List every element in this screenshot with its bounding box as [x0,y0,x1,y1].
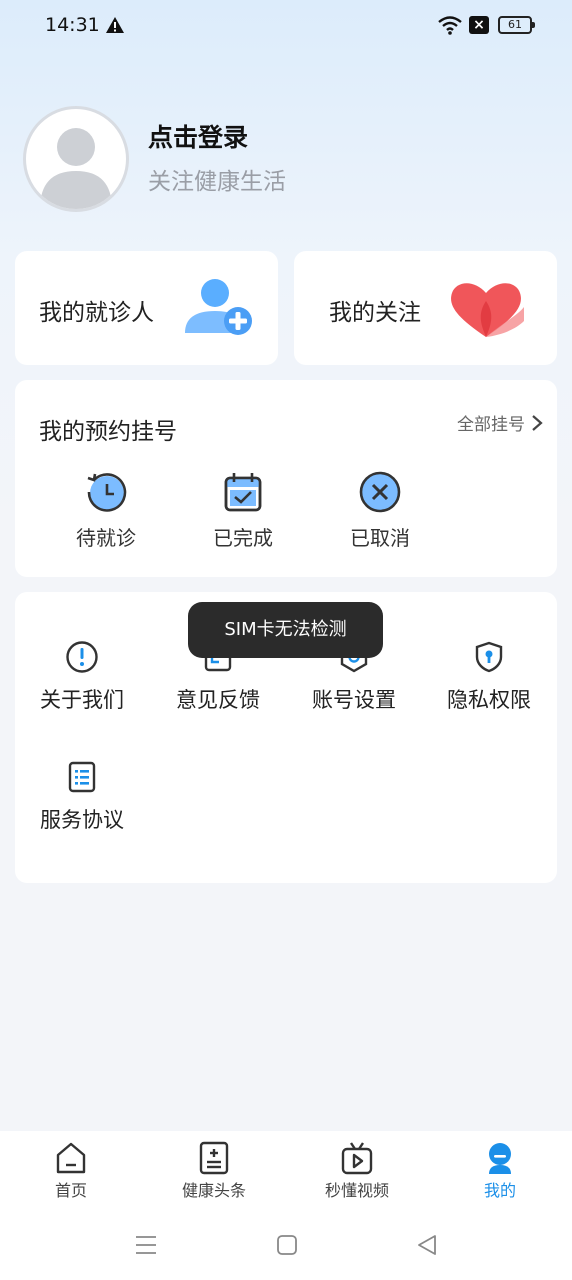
cancel-circle-icon [359,471,401,513]
info-circle-icon [66,641,98,673]
wifi-icon [438,16,462,35]
avatar[interactable] [23,106,129,212]
user-icon [489,1143,511,1174]
status-bar: 14:31 × 61 [0,0,572,52]
home-icon [56,1142,86,1174]
system-nav-bar [0,1211,572,1280]
my-patients-label: 我的就诊人 [39,300,154,326]
pending-label: 待就诊 [76,526,136,550]
clock-refresh-icon [87,473,127,512]
privacy-label: 隐私权限 [447,688,531,712]
tab-mine[interactable]: 我的 [450,1141,550,1201]
login-title[interactable]: 点击登录 [148,118,248,154]
menu-privacy[interactable]: 隐私权限 [439,640,539,714]
alert-icon [106,17,124,33]
appointment-pending[interactable]: 待就诊 [56,470,156,551]
document-list-icon [68,761,96,793]
my-following-label: 我的关注 [329,300,421,326]
account-settings-label: 账号设置 [312,688,396,712]
appointments-card: 我的预约挂号 全部挂号 待就诊 已完成 已取消 [15,380,557,577]
chevron-right-icon [532,414,543,431]
user-silhouette-icon [40,128,112,209]
shield-icon [475,641,503,673]
back-icon[interactable] [415,1233,439,1257]
add-person-icon [185,279,252,335]
battery-level: 61 [508,18,522,31]
status-time: 14:31 [45,14,100,36]
home-square-icon[interactable] [275,1233,299,1257]
battery-icon: 61 [498,16,535,34]
menu-service-agreement[interactable]: 服务协议 [32,760,132,834]
tab-videos-label: 秒懂视频 [324,1181,389,1200]
all-appointments-label: 全部挂号 [457,415,525,435]
tab-health-news[interactable]: 健康头条 [164,1141,264,1201]
tv-play-icon [341,1142,373,1175]
toast-message: SIM卡无法检测 [188,602,383,658]
service-agreement-label: 服务协议 [40,808,124,832]
appointment-completed[interactable]: 已完成 [193,470,293,551]
my-following-card[interactable]: 我的关注 [294,251,557,365]
menu-about-us[interactable]: 关于我们 [32,640,132,714]
tab-home-label: 首页 [54,1181,87,1200]
appointments-title: 我的预约挂号 [39,419,177,445]
calendar-check-icon [224,473,262,512]
heart-icon [451,283,524,337]
feedback-label: 意见反馈 [176,688,260,712]
tab-mine-label: 我的 [483,1181,516,1200]
cancelled-label: 已取消 [350,526,410,550]
about-us-label: 关于我们 [40,688,124,712]
completed-label: 已完成 [213,526,273,550]
login-subtitle: 关注健康生活 [148,169,286,195]
sim-error-icon: × [469,16,489,34]
appointment-cancelled[interactable]: 已取消 [330,470,430,551]
all-appointments-link[interactable]: 全部挂号 [457,410,543,435]
news-icon [199,1141,229,1175]
tab-home[interactable]: 首页 [21,1141,121,1201]
tab-health-news-label: 健康头条 [181,1181,246,1200]
tab-videos[interactable]: 秒懂视频 [307,1141,407,1201]
menu-icon[interactable] [134,1233,158,1257]
bottom-tab-bar: 首页 健康头条 秒懂视频 我的 [0,1131,572,1211]
my-patients-card[interactable]: 我的就诊人 [15,251,278,365]
